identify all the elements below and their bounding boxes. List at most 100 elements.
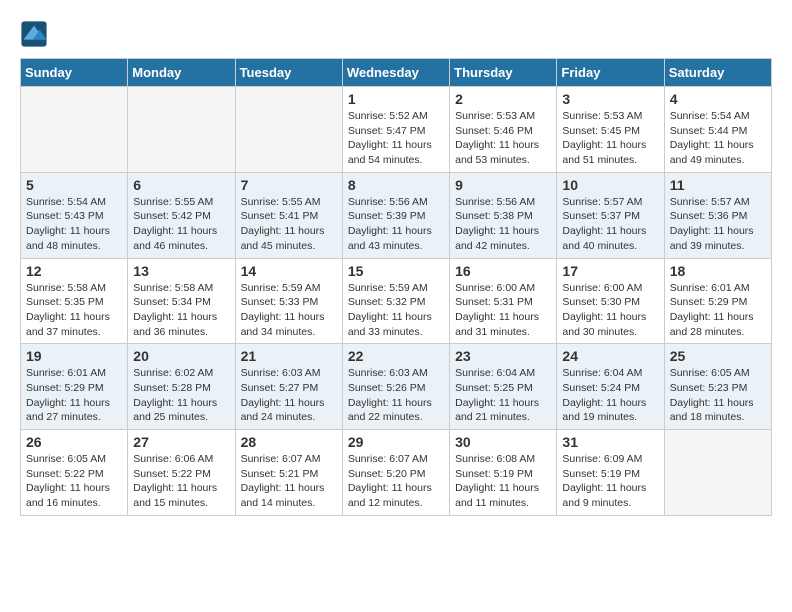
day-header-thursday: Thursday bbox=[450, 59, 557, 87]
day-number: 25 bbox=[670, 348, 766, 364]
day-number: 4 bbox=[670, 91, 766, 107]
cell-info: Sunrise: 5:56 AM Sunset: 5:39 PM Dayligh… bbox=[348, 195, 444, 254]
day-header-tuesday: Tuesday bbox=[235, 59, 342, 87]
day-number: 27 bbox=[133, 434, 229, 450]
cell-info: Sunrise: 5:55 AM Sunset: 5:42 PM Dayligh… bbox=[133, 195, 229, 254]
cell-info: Sunrise: 5:54 AM Sunset: 5:43 PM Dayligh… bbox=[26, 195, 122, 254]
day-number: 10 bbox=[562, 177, 658, 193]
cell-info: Sunrise: 6:01 AM Sunset: 5:29 PM Dayligh… bbox=[670, 281, 766, 340]
calendar-week-1: 1Sunrise: 5:52 AM Sunset: 5:47 PM Daylig… bbox=[21, 87, 772, 173]
cell-info: Sunrise: 6:01 AM Sunset: 5:29 PM Dayligh… bbox=[26, 366, 122, 425]
day-header-friday: Friday bbox=[557, 59, 664, 87]
calendar-week-3: 12Sunrise: 5:58 AM Sunset: 5:35 PM Dayli… bbox=[21, 258, 772, 344]
calendar-cell: 8 Sunrise: 5:56 AM Sunset: 5:39 PM Daylig… bbox=[342, 172, 449, 258]
calendar-cell bbox=[128, 87, 235, 173]
calendar-week-4: 19 Sunrise: 6:01 AM Sunset: 5:29 PM Dayli… bbox=[21, 344, 772, 430]
calendar-cell: 23 Sunrise: 6:04 AM Sunset: 5:25 PM Dayli… bbox=[450, 344, 557, 430]
day-number: 8 bbox=[348, 177, 444, 193]
calendar-cell: 19 Sunrise: 6:01 AM Sunset: 5:29 PM Dayli… bbox=[21, 344, 128, 430]
calendar-cell bbox=[664, 430, 771, 516]
day-header-saturday: Saturday bbox=[664, 59, 771, 87]
calendar-cell: 14 Sunrise: 5:59 AM Sunset: 5:33 PM Dayli… bbox=[235, 258, 342, 344]
cell-info: Sunrise: 6:02 AM Sunset: 5:28 PM Dayligh… bbox=[133, 366, 229, 425]
calendar-cell: 18 Sunrise: 6:01 AM Sunset: 5:29 PM Dayli… bbox=[664, 258, 771, 344]
day-number: 6 bbox=[133, 177, 229, 193]
calendar-cell: 28 Sunrise: 6:07 AM Sunset: 5:21 PM Dayli… bbox=[235, 430, 342, 516]
day-number: 3 bbox=[562, 91, 658, 107]
cell-info: Sunrise: 5:55 AM Sunset: 5:41 PM Dayligh… bbox=[241, 195, 337, 254]
calendar-cell bbox=[235, 87, 342, 173]
calendar-cell: 4 Sunrise: 5:54 AM Sunset: 5:44 PM Daylig… bbox=[664, 87, 771, 173]
calendar-cell: 17Sunrise: 6:00 AM Sunset: 5:30 PM Dayli… bbox=[557, 258, 664, 344]
cell-info: Sunrise: 5:52 AM Sunset: 5:47 PM Dayligh… bbox=[348, 109, 444, 168]
calendar-cell: 24 Sunrise: 6:04 AM Sunset: 5:24 PM Dayli… bbox=[557, 344, 664, 430]
calendar-cell: 22Sunrise: 6:03 AM Sunset: 5:26 PM Dayli… bbox=[342, 344, 449, 430]
day-number: 13 bbox=[133, 263, 229, 279]
cell-info: Sunrise: 5:58 AM Sunset: 5:34 PM Dayligh… bbox=[133, 281, 229, 340]
day-number: 21 bbox=[241, 348, 337, 364]
calendar-cell: 16 Sunrise: 6:00 AM Sunset: 5:31 PM Dayli… bbox=[450, 258, 557, 344]
day-number: 11 bbox=[670, 177, 766, 193]
calendar-cell: 5Sunrise: 5:54 AM Sunset: 5:43 PM Daylig… bbox=[21, 172, 128, 258]
day-number: 26 bbox=[26, 434, 122, 450]
calendar-cell: 3 Sunrise: 5:53 AM Sunset: 5:45 PM Daylig… bbox=[557, 87, 664, 173]
day-number: 17 bbox=[562, 263, 658, 279]
cell-info: Sunrise: 6:04 AM Sunset: 5:25 PM Dayligh… bbox=[455, 366, 551, 425]
calendar-cell bbox=[21, 87, 128, 173]
cell-info: Sunrise: 5:59 AM Sunset: 5:33 PM Dayligh… bbox=[241, 281, 337, 340]
day-number: 30 bbox=[455, 434, 551, 450]
day-number: 28 bbox=[241, 434, 337, 450]
cell-info: Sunrise: 6:03 AM Sunset: 5:27 PM Dayligh… bbox=[241, 366, 337, 425]
cell-info: Sunrise: 6:07 AM Sunset: 5:21 PM Dayligh… bbox=[241, 452, 337, 511]
cell-info: Sunrise: 5:54 AM Sunset: 5:44 PM Dayligh… bbox=[670, 109, 766, 168]
calendar-cell: 11Sunrise: 5:57 AM Sunset: 5:36 PM Dayli… bbox=[664, 172, 771, 258]
day-number: 24 bbox=[562, 348, 658, 364]
calendar-cell: 15 Sunrise: 5:59 AM Sunset: 5:32 PM Dayli… bbox=[342, 258, 449, 344]
day-number: 14 bbox=[241, 263, 337, 279]
calendar-cell: 21 Sunrise: 6:03 AM Sunset: 5:27 PM Dayli… bbox=[235, 344, 342, 430]
day-number: 9 bbox=[455, 177, 551, 193]
day-number: 18 bbox=[670, 263, 766, 279]
day-number: 29 bbox=[348, 434, 444, 450]
cell-info: Sunrise: 6:07 AM Sunset: 5:20 PM Dayligh… bbox=[348, 452, 444, 511]
calendar-cell: 13 Sunrise: 5:58 AM Sunset: 5:34 PM Dayli… bbox=[128, 258, 235, 344]
cell-info: Sunrise: 6:03 AM Sunset: 5:26 PM Dayligh… bbox=[348, 366, 444, 425]
cell-info: Sunrise: 5:53 AM Sunset: 5:46 PM Dayligh… bbox=[455, 109, 551, 168]
day-header-wednesday: Wednesday bbox=[342, 59, 449, 87]
day-number: 19 bbox=[26, 348, 122, 364]
day-number: 31 bbox=[562, 434, 658, 450]
cell-info: Sunrise: 6:05 AM Sunset: 5:22 PM Dayligh… bbox=[26, 452, 122, 511]
calendar-cell: 9 Sunrise: 5:56 AM Sunset: 5:38 PM Daylig… bbox=[450, 172, 557, 258]
calendar-cell: 25Sunrise: 6:05 AM Sunset: 5:23 PM Dayli… bbox=[664, 344, 771, 430]
cell-info: Sunrise: 5:59 AM Sunset: 5:32 PM Dayligh… bbox=[348, 281, 444, 340]
calendar-cell: 1Sunrise: 5:52 AM Sunset: 5:47 PM Daylig… bbox=[342, 87, 449, 173]
day-number: 20 bbox=[133, 348, 229, 364]
logo-icon bbox=[20, 20, 48, 48]
day-number: 7 bbox=[241, 177, 337, 193]
calendar-cell: 2Sunrise: 5:53 AM Sunset: 5:46 PM Daylig… bbox=[450, 87, 557, 173]
calendar-table: SundayMondayTuesdayWednesdayThursdayFrid… bbox=[20, 58, 772, 516]
cell-info: Sunrise: 6:00 AM Sunset: 5:31 PM Dayligh… bbox=[455, 281, 551, 340]
day-number: 23 bbox=[455, 348, 551, 364]
day-number: 12 bbox=[26, 263, 122, 279]
cell-info: Sunrise: 6:06 AM Sunset: 5:22 PM Dayligh… bbox=[133, 452, 229, 511]
calendar-week-2: 5Sunrise: 5:54 AM Sunset: 5:43 PM Daylig… bbox=[21, 172, 772, 258]
cell-info: Sunrise: 5:53 AM Sunset: 5:45 PM Dayligh… bbox=[562, 109, 658, 168]
calendar-header-row: SundayMondayTuesdayWednesdayThursdayFrid… bbox=[21, 59, 772, 87]
calendar-cell: 30Sunrise: 6:08 AM Sunset: 5:19 PM Dayli… bbox=[450, 430, 557, 516]
calendar-cell: 26 Sunrise: 6:05 AM Sunset: 5:22 PM Dayli… bbox=[21, 430, 128, 516]
logo bbox=[20, 20, 54, 48]
cell-info: Sunrise: 5:56 AM Sunset: 5:38 PM Dayligh… bbox=[455, 195, 551, 254]
calendar-cell: 10Sunrise: 5:57 AM Sunset: 5:37 PM Dayli… bbox=[557, 172, 664, 258]
calendar-cell: 31Sunrise: 6:09 AM Sunset: 5:19 PM Dayli… bbox=[557, 430, 664, 516]
day-header-sunday: Sunday bbox=[21, 59, 128, 87]
calendar-week-5: 26 Sunrise: 6:05 AM Sunset: 5:22 PM Dayli… bbox=[21, 430, 772, 516]
day-number: 16 bbox=[455, 263, 551, 279]
calendar-cell: 29 Sunrise: 6:07 AM Sunset: 5:20 PM Dayli… bbox=[342, 430, 449, 516]
day-header-monday: Monday bbox=[128, 59, 235, 87]
calendar-cell: 6 Sunrise: 5:55 AM Sunset: 5:42 PM Daylig… bbox=[128, 172, 235, 258]
page-header bbox=[20, 20, 772, 48]
calendar-cell: 27 Sunrise: 6:06 AM Sunset: 5:22 PM Dayli… bbox=[128, 430, 235, 516]
day-number: 15 bbox=[348, 263, 444, 279]
cell-info: Sunrise: 6:04 AM Sunset: 5:24 PM Dayligh… bbox=[562, 366, 658, 425]
